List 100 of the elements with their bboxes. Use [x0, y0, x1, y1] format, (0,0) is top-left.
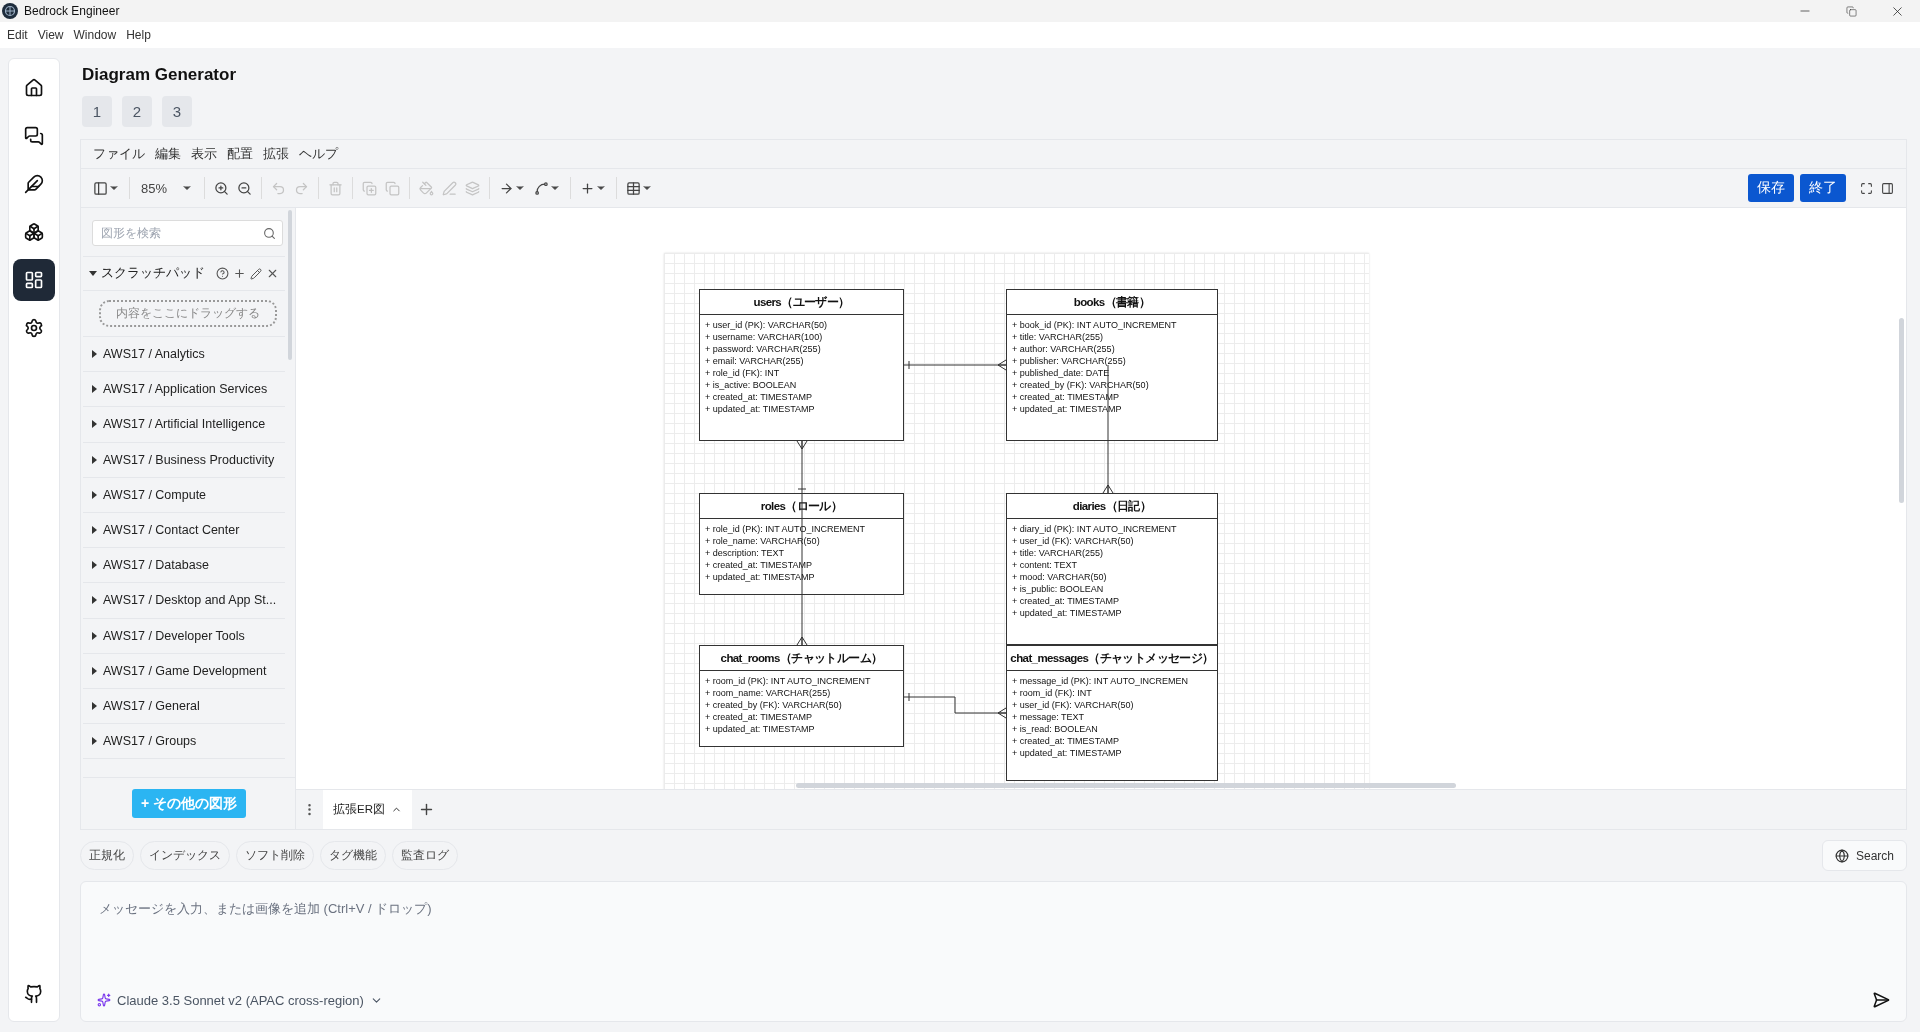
github-icon: [24, 984, 44, 1004]
copy-icon: [362, 180, 378, 196]
table-field: + role_id (FK): INT: [705, 367, 898, 379]
collapse-icon[interactable]: [89, 271, 97, 276]
library-item[interactable]: AWS17 / General: [83, 688, 285, 725]
expand-icon: [92, 455, 97, 464]
diagram-tab[interactable]: 1: [82, 96, 112, 127]
table-field: + created_by (FK): VARCHAR(50): [1012, 379, 1212, 391]
send-icon: [1872, 991, 1890, 1009]
add-page-icon[interactable]: [418, 801, 435, 818]
editor-menu-item[interactable]: 表示: [187, 145, 221, 163]
zoom-select[interactable]: 85%: [135, 175, 200, 201]
suggestion-chip[interactable]: ソフト削除: [236, 841, 314, 870]
library-item[interactable]: AWS17 / Artificial Intelligence: [83, 407, 285, 443]
menu-item[interactable]: Help: [121, 28, 156, 42]
pencil-icon: [442, 180, 458, 196]
diagram-icon: [24, 270, 44, 290]
zoom-out-icon: [237, 180, 253, 196]
table-field: + created_by (FK): VARCHAR(50): [705, 699, 898, 711]
entity-table[interactable]: [1006, 493, 1218, 645]
expand-icon: [92, 350, 97, 359]
feather-icon: [24, 174, 44, 194]
plus-icon[interactable]: [233, 267, 246, 280]
save-button[interactable]: 保存: [1748, 174, 1794, 202]
table-name: chat_rooms（チャットルーム）: [700, 646, 903, 671]
editor-menu-item[interactable]: 拡張: [259, 145, 293, 163]
table-field: + created_at: TIMESTAMP: [1012, 595, 1212, 607]
table-field: + room_id (FK): INT: [1012, 687, 1212, 699]
library-item[interactable]: AWS17 / Compute: [83, 477, 285, 513]
pencil-icon[interactable]: [250, 267, 262, 280]
entity-table[interactable]: roles（ロール） + role_id (PK): INT AUTO_INCREMENT + role_name: VARCHAR(50) + description: TEXT + created_at: TIMESTAMP + updated_at: TIMESTAMP: [699, 493, 904, 595]
expand-icon: [92, 737, 97, 746]
exit-button[interactable]: 終了: [1800, 174, 1846, 202]
scrollbar[interactable]: [288, 210, 292, 360]
library-item[interactable]: AWS17 / Analytics: [83, 337, 285, 373]
copy-icon: [385, 180, 401, 196]
suggestion-chip[interactable]: 監査ログ: [392, 841, 458, 870]
table-field: + email: VARCHAR(255): [705, 355, 898, 367]
scrollbar[interactable]: [1899, 318, 1904, 503]
library-item[interactable]: AWS17 / Game Development: [83, 653, 285, 689]
app-logo-icon: [2, 3, 18, 19]
table-field: + is_active: BOOLEAN: [705, 379, 898, 391]
expand-icon: [92, 420, 97, 429]
library-item[interactable]: AWS17 / Contact Center: [83, 512, 285, 549]
library-item[interactable]: AWS17 / Application Services: [83, 372, 285, 408]
expand-icon: [92, 561, 97, 570]
table-field: + updated_at: TIMESTAMP: [705, 723, 898, 735]
trash-icon: [328, 180, 344, 196]
menu-item[interactable]: Edit: [2, 28, 33, 42]
entity-table[interactable]: users（ユーザー） + user_id (PK): VARCHAR(50) + username: VARCHAR(100) + password: VARCHAR(255) + email: VARCHAR(255) + role_id (FK): INT + is_active: BOOLEAN + created_at: TIMESTAMP + updated_at: TIMESTAMP: [699, 289, 904, 441]
expand-icon: [92, 385, 97, 394]
model-select[interactable]: Claude 3.5 Sonnet v2 (APAC cross-region): [97, 992, 383, 1008]
diagram-nav-button[interactable]: [13, 259, 55, 301]
search-box[interactable]: 図形を検索: [92, 220, 283, 246]
connector[interactable]: [903, 692, 1007, 719]
suggestion-chip[interactable]: 正規化: [80, 841, 134, 870]
agents-icon: [24, 222, 44, 242]
page-title: Diagram Generator: [82, 65, 237, 85]
library-item[interactable]: AWS17 / Database: [83, 548, 285, 584]
scratchpad-title[interactable]: スクラッチパッド: [101, 265, 212, 282]
search-button[interactable]: Search: [1821, 840, 1907, 871]
table-field: + diary_id (PK): INT AUTO_INCREMENT: [1012, 523, 1212, 535]
help-icon[interactable]: [216, 267, 229, 280]
editor-menu-item[interactable]: ヘルプ: [295, 145, 342, 163]
shape-search-field[interactable]: 図形を検索: [99, 225, 263, 241]
table-field: + room_name: VARCHAR(255): [705, 687, 898, 699]
page-tab[interactable]: 拡張ER図: [323, 790, 412, 829]
table-field: + message: TEXT: [1012, 711, 1212, 723]
menu-item[interactable]: View: [32, 28, 69, 42]
table-field: + message_id (PK): INT AUTO_INCREMEN: [1012, 675, 1212, 687]
editor-menu-item[interactable]: 配置: [223, 145, 257, 163]
connector[interactable]: [903, 359, 1007, 371]
table-field: + updated_at: TIMESTAMP: [705, 403, 898, 415]
suggestion-chip[interactable]: タグ機能: [320, 841, 386, 870]
panel-icon: [93, 180, 108, 196]
scrollbar[interactable]: [796, 783, 1456, 788]
diagram-tab[interactable]: 3: [162, 96, 192, 127]
library-item[interactable]: AWS17 / Groups: [83, 724, 285, 760]
library-item[interactable]: AWS17 / Business Productivity: [83, 442, 285, 478]
entity-table[interactable]: chat_rooms（チャットルーム） + room_id (PK): INT AUTO_INCREMENT + room_name: VARCHAR(255) + created_by (FK): VARCHAR(50) + created_at: TIMESTAMP + updated_at: TIMESTAMP: [699, 645, 904, 747]
close-icon[interactable]: [266, 267, 279, 280]
diagram-tab[interactable]: 2: [122, 96, 152, 127]
editor-menu-item[interactable]: 編集: [151, 145, 185, 163]
fullscreen-icon: [1860, 181, 1873, 195]
menu-item[interactable]: Window: [68, 28, 122, 42]
table-field: + updated_at: TIMESTAMP: [1012, 403, 1212, 415]
library-item[interactable]: AWS17 / Desktop and App St...: [83, 583, 285, 619]
editor-menu-item[interactable]: ファイル: [89, 145, 149, 163]
suggestion-chip[interactable]: インデックス: [140, 841, 230, 870]
undo-icon: [271, 180, 287, 196]
entity-table[interactable]: [1006, 289, 1218, 441]
expand-icon: [92, 631, 97, 640]
entity-table[interactable]: chat_messages（チャットメッセージ） + message_id (PK): INT AUTO_INCREMEN + room_id (FK): INT + user_id (FK): VARCHAR(50) + message: TEXT + is_read: BOOLEAN + created_at: TIMESTAMP + updated_at: TIMESTAMP: [1006, 645, 1218, 781]
table-field: + author: VARCHAR(255): [1012, 343, 1212, 355]
chat-input[interactable]: メッセージを入力、または画像を追加 (Ctrl+V / ドロップ) Claude 3.5 Sonnet v2 (APAC cross-region): [80, 881, 1907, 1022]
table-field: + updated_at: TIMESTAMP: [1012, 747, 1212, 759]
connector[interactable]: [796, 440, 808, 494]
library-item[interactable]: AWS17 / Developer Tools: [83, 618, 285, 654]
home-icon: [24, 78, 44, 98]
send-button[interactable]: [1872, 991, 1890, 1009]
